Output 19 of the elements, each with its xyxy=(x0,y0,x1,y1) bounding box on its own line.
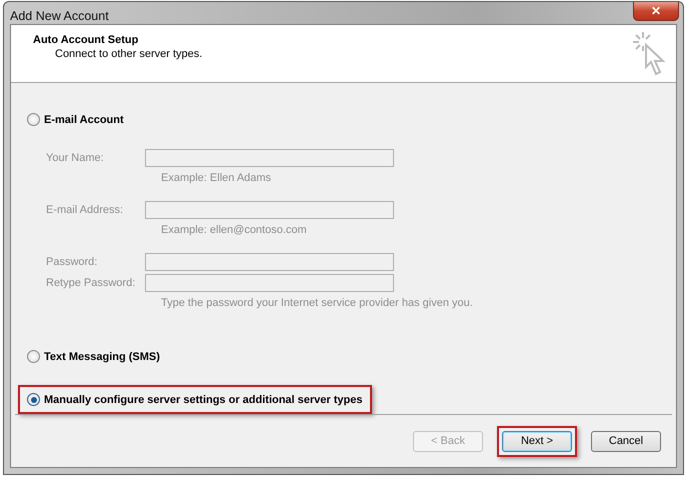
close-button[interactable]: ✕ xyxy=(633,2,679,21)
hint-text: Type the password your Internet service provider has given you. xyxy=(161,297,474,309)
option-label: Manually configure server settings or additional server types xyxy=(44,394,362,406)
dialog-button[interactable]: Cancel xyxy=(591,430,661,452)
field-label: E-mail Address: xyxy=(46,204,124,216)
field-label: Password: xyxy=(46,256,98,268)
hint-text: Example: Ellen Adams xyxy=(161,172,272,184)
radio-button[interactable] xyxy=(27,113,40,126)
window-title: Add New Account xyxy=(10,9,109,23)
header-subtitle: Connect to other server types. xyxy=(54,48,202,60)
option-label: E-mail Account xyxy=(44,114,124,126)
field-label: Retype Password: xyxy=(46,277,136,289)
option-label: Text Messaging (SMS) xyxy=(44,350,160,362)
dialog-button[interactable]: Next > xyxy=(502,430,572,452)
header-title: Auto Account Setup xyxy=(33,34,138,46)
radio-button[interactable] xyxy=(27,393,40,406)
radio-button[interactable] xyxy=(27,350,40,363)
field-label: Your Name: xyxy=(46,152,105,164)
hint-text: Example: ellen@contoso.com xyxy=(161,224,308,236)
